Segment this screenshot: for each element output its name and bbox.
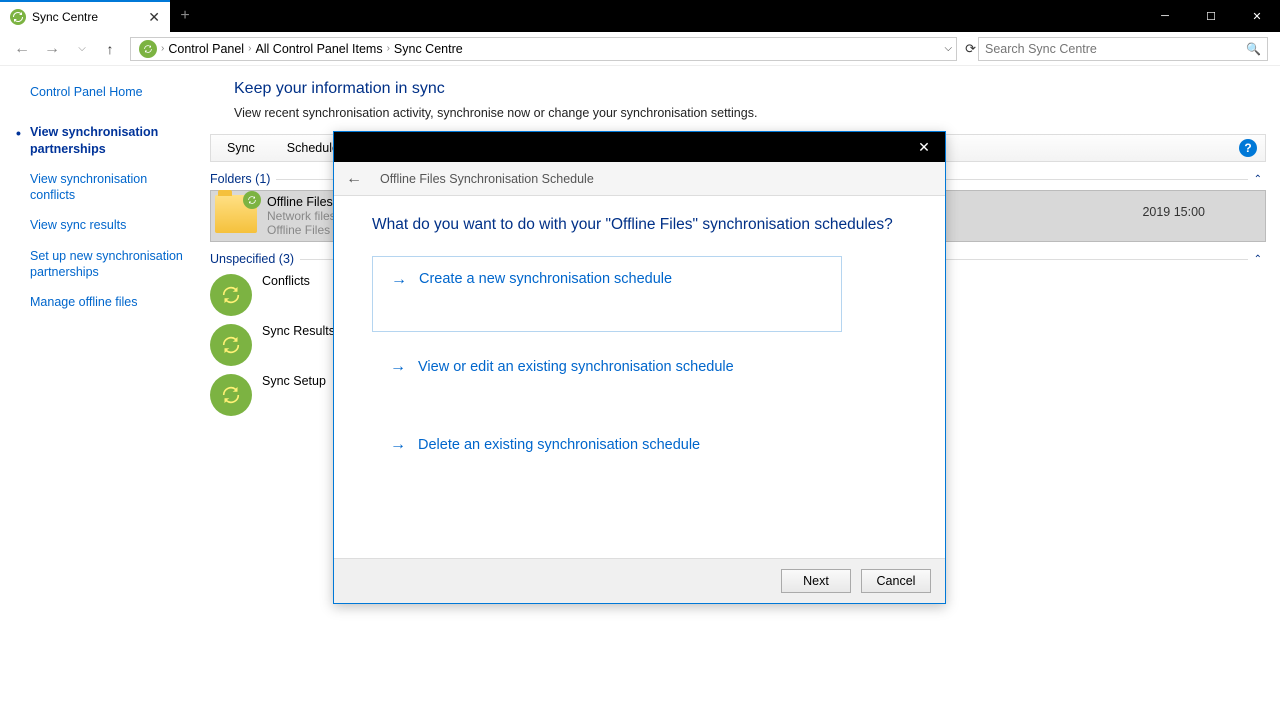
sidebar-link-offline[interactable]: Manage offline files (30, 294, 190, 310)
arrow-icon: → (390, 358, 406, 376)
address-bar[interactable]: › Control Panel › All Control Panel Item… (130, 37, 957, 61)
arrow-icon: → (391, 271, 407, 289)
sync-badge-icon (243, 191, 261, 209)
sidebar-link-setup[interactable]: Set up new synchronisation partnerships (30, 248, 190, 281)
sidebar-link-partnerships[interactable]: View synchronisation partnerships (30, 124, 190, 157)
recent-dropdown[interactable]: ⌵ (68, 35, 96, 63)
tab-sync[interactable]: Sync (211, 135, 271, 161)
arrow-icon: → (390, 436, 406, 454)
dialog-title-bar[interactable]: ✕ (334, 132, 945, 162)
page-title: Keep your information in sync (234, 80, 1266, 98)
navigation-bar: ← → ⌵ ↑ › Control Panel › All Control Pa… (0, 32, 1280, 66)
tab-close-icon[interactable]: ✕ (148, 9, 160, 26)
maximize-button[interactable]: ☐ (1188, 0, 1234, 32)
collapse-icon[interactable]: ⌃ (1254, 254, 1262, 265)
new-tab-button[interactable]: + (170, 0, 200, 32)
close-button[interactable]: ✕ (1234, 0, 1280, 32)
sidebar: Control Panel Home View synchronisation … (0, 66, 200, 720)
collapse-icon[interactable]: ⌃ (1254, 174, 1262, 185)
dialog-subtitle: Offline Files Synchronisation Schedule (380, 172, 594, 186)
control-panel-home-link[interactable]: Control Panel Home (30, 84, 190, 100)
sidebar-link-results[interactable]: View sync results (30, 217, 190, 233)
page-description: View recent synchronisation activity, sy… (234, 106, 1266, 120)
sync-icon (10, 9, 26, 25)
dialog-back-button[interactable]: ← (346, 170, 362, 188)
sync-icon (139, 40, 157, 58)
refresh-button[interactable]: ⟳ (965, 41, 976, 57)
sync-icon (210, 374, 252, 416)
forward-button[interactable]: → (38, 35, 66, 63)
title-bar: Sync Centre ✕ + ─ ☐ ✕ (0, 0, 1280, 32)
search-box[interactable]: 🔍 (978, 37, 1268, 61)
folder-icon (215, 195, 257, 233)
search-icon: 🔍 (1246, 42, 1261, 56)
dialog-close-button[interactable]: ✕ (903, 132, 945, 162)
option-create-schedule[interactable]: → Create a new synchronisation schedule (372, 256, 842, 332)
window-tab[interactable]: Sync Centre ✕ (0, 0, 170, 32)
help-button[interactable]: ? (1239, 139, 1257, 157)
breadcrumb-item[interactable]: All Control Panel Items (255, 42, 382, 56)
next-button[interactable]: Next (781, 569, 851, 593)
minimize-button[interactable]: ─ (1142, 0, 1188, 32)
dialog-footer: Next Cancel (334, 558, 945, 603)
breadcrumb-item[interactable]: Control Panel (168, 42, 244, 56)
sync-icon (210, 324, 252, 366)
option-view-schedule[interactable]: → View or edit an existing synchronisati… (372, 352, 907, 382)
item-text: Offline Files Network files Offline File… (267, 195, 340, 237)
address-dropdown-icon[interactable]: ⌵ (945, 43, 953, 54)
search-input[interactable] (985, 42, 1246, 56)
option-delete-schedule[interactable]: → Delete an existing synchronisation sch… (372, 430, 907, 460)
back-button[interactable]: ← (8, 35, 36, 63)
sidebar-link-conflicts[interactable]: View synchronisation conflicts (30, 171, 190, 204)
up-button[interactable]: ↑ (98, 37, 122, 61)
schedule-dialog: ✕ ← Offline Files Synchronisation Schedu… (333, 131, 946, 604)
dialog-question: What do you want to do with your "Offlin… (372, 216, 907, 234)
item-timestamp: 2019 15:00 (1142, 205, 1205, 219)
dialog-body: What do you want to do with your "Offlin… (334, 196, 945, 558)
window-controls: ─ ☐ ✕ (1142, 0, 1280, 32)
sync-icon (210, 274, 252, 316)
cancel-button[interactable]: Cancel (861, 569, 931, 593)
breadcrumb-item[interactable]: Sync Centre (394, 42, 463, 56)
dialog-header: ← Offline Files Synchronisation Schedule (334, 162, 945, 196)
tab-title: Sync Centre (32, 10, 98, 24)
